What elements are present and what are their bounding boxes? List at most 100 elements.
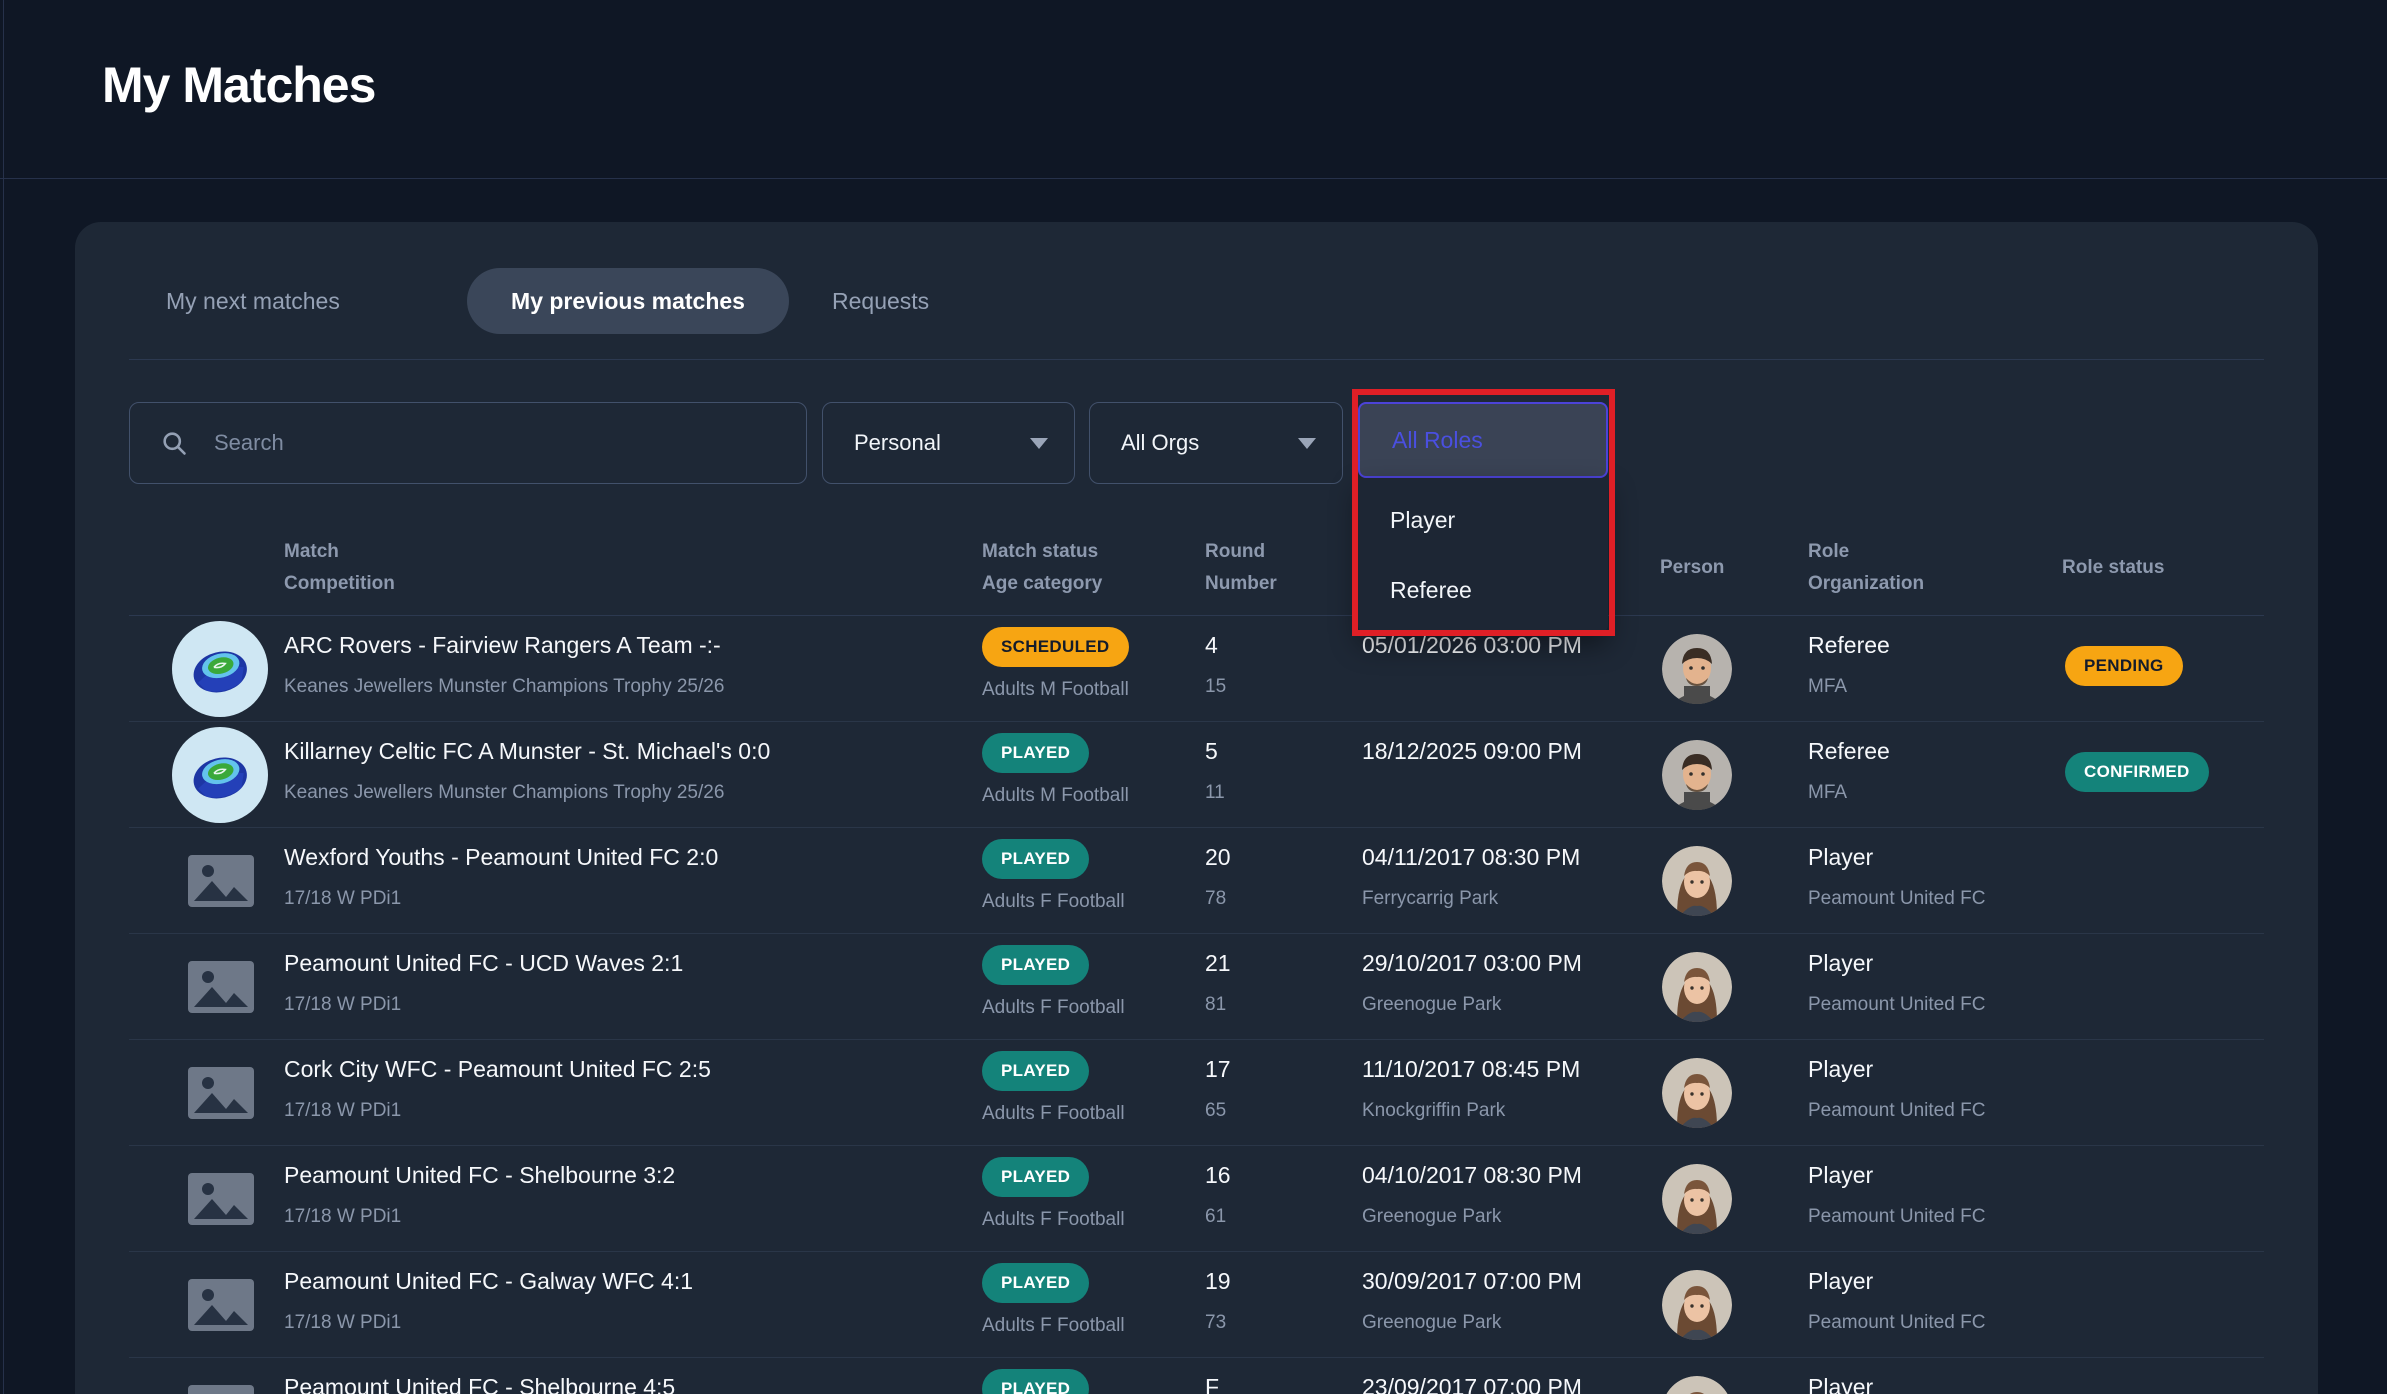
search-icon	[160, 429, 188, 457]
round: F	[1205, 1374, 1219, 1394]
role-option-player[interactable]: Player	[1358, 507, 1608, 534]
table-row[interactable]: Cork City WFC - Peamount United FC 2:5 1…	[129, 1040, 2264, 1146]
table-row[interactable]: ARC Rovers - Fairview Rangers A Team -:-…	[129, 616, 2264, 722]
matches-card: My next matches My previous matches Requ…	[75, 222, 2318, 1394]
role-status-badge: PENDING	[2065, 646, 2183, 686]
avatar-female	[1662, 1058, 1732, 1128]
match-title: Peamount United FC - Shelbourne 3:2	[284, 1162, 675, 1189]
avatar	[1662, 1058, 1732, 1128]
avatar-female	[1662, 1376, 1732, 1394]
org-select[interactable]: All Orgs	[1089, 402, 1343, 484]
role: Player	[1808, 1374, 1873, 1394]
match-status-badge: PLAYED	[982, 733, 1089, 773]
chevron-down-icon	[1298, 438, 1316, 449]
avatar-female	[1662, 846, 1732, 916]
table-row[interactable]: Wexford Youths - Peamount United FC 2:0 …	[129, 828, 2264, 934]
search-input[interactable]: Search	[129, 402, 807, 484]
column-header-status: Match statusAge category	[982, 536, 1102, 600]
avatar-male	[1662, 740, 1732, 810]
match-competition: 17/18 W PDi1	[284, 1312, 401, 1334]
table-row[interactable]: Peamount United FC - Galway WFC 4:1 17/1…	[129, 1252, 2264, 1358]
image-placeholder-icon	[188, 1067, 254, 1119]
role-option-referee[interactable]: Referee	[1358, 577, 1608, 604]
context-select[interactable]: Personal	[822, 402, 1075, 484]
avatar	[1662, 634, 1732, 704]
match-date: 05/01/2026 03:00 PM	[1362, 632, 1582, 659]
role-organization: MFA	[1808, 676, 1847, 698]
match-number: 15	[1205, 676, 1226, 698]
age-category: Adults F Football	[982, 1315, 1125, 1337]
match-thumbnail	[172, 1257, 268, 1353]
match-venue: Greenogue Park	[1362, 994, 1501, 1016]
table-row[interactable]: Peamount United FC - Shelbourne 3:2 17/1…	[129, 1146, 2264, 1252]
age-category: Adults M Football	[982, 785, 1129, 807]
round: 4	[1205, 632, 1218, 659]
round: 5	[1205, 738, 1218, 765]
match-number: 11	[1205, 782, 1225, 804]
role-select[interactable]: All Roles	[1358, 402, 1608, 478]
match-thumbnail	[172, 939, 268, 1035]
match-venue: Greenogue Park	[1362, 1206, 1501, 1228]
org-select-value: All Orgs	[1121, 430, 1199, 456]
chevron-down-icon	[1030, 438, 1048, 449]
match-title: Peamount United FC - Galway WFC 4:1	[284, 1268, 693, 1295]
filter-row: Search Personal All Orgs	[75, 402, 2318, 484]
avatar	[1662, 952, 1732, 1022]
role-status-badge: CONFIRMED	[2065, 752, 2209, 792]
tab-my-next-matches[interactable]: My next matches	[166, 268, 340, 334]
role-select-value: All Roles	[1392, 427, 1483, 454]
round: 21	[1205, 950, 1231, 977]
role-organization: Peamount United FC	[1808, 1100, 1985, 1122]
image-placeholder-icon	[188, 1173, 254, 1225]
role-organization: Peamount United FC	[1808, 1206, 1985, 1228]
column-header-match: MatchCompetition	[284, 536, 395, 600]
match-date: 04/10/2017 08:30 PM	[1362, 1162, 1582, 1189]
match-thumbnail	[172, 1151, 268, 1247]
column-header-role-status: Role status	[2062, 552, 2164, 584]
match-number: 78	[1205, 888, 1226, 910]
page-title: My Matches	[102, 56, 375, 114]
match-date: 29/10/2017 03:00 PM	[1362, 950, 1582, 977]
table-row[interactable]: Peamount United FC - Shelbourne 4:5 PLAY…	[129, 1358, 2264, 1394]
round: 16	[1205, 1162, 1231, 1189]
match-title: Peamount United FC - Shelbourne 4:5	[284, 1374, 675, 1394]
match-thumbnail	[172, 833, 268, 929]
match-title: Cork City WFC - Peamount United FC 2:5	[284, 1056, 711, 1083]
avatar-male	[1662, 634, 1732, 704]
table-row[interactable]: Peamount United FC - UCD Waves 2:1 17/18…	[129, 934, 2264, 1040]
tab-my-previous-matches[interactable]: My previous matches	[467, 268, 789, 334]
search-placeholder: Search	[214, 430, 284, 456]
match-title: ARC Rovers - Fairview Rangers A Team -:-	[284, 632, 721, 659]
match-status-badge: PLAYED	[982, 1157, 1089, 1197]
avatar	[1662, 1270, 1732, 1340]
match-venue: Ferrycarrig Park	[1362, 888, 1498, 910]
round: 19	[1205, 1268, 1231, 1295]
role-organization: Peamount United FC	[1808, 888, 1985, 910]
role-organization: Peamount United FC	[1808, 1312, 1985, 1334]
match-thumbnail	[172, 1363, 268, 1394]
tab-requests[interactable]: Requests	[832, 268, 929, 334]
column-header-role: RoleOrganization	[1808, 536, 1924, 600]
club-logo	[172, 727, 268, 823]
image-placeholder-icon	[188, 855, 254, 907]
avatar	[1662, 1164, 1732, 1234]
role: Referee	[1808, 632, 1890, 659]
context-select-value: Personal	[854, 430, 941, 456]
match-thumbnail	[172, 621, 268, 717]
avatar-female	[1662, 1164, 1732, 1234]
match-number: 81	[1205, 994, 1226, 1016]
role: Player	[1808, 1268, 1873, 1295]
match-title: Killarney Celtic FC A Munster - St. Mich…	[284, 738, 770, 765]
tabs-divider	[129, 359, 2264, 360]
match-venue: Greenogue Park	[1362, 1312, 1501, 1334]
match-date: 18/12/2025 09:00 PM	[1362, 738, 1582, 765]
match-competition: 17/18 W PDi1	[284, 888, 401, 910]
table-row[interactable]: Killarney Celtic FC A Munster - St. Mich…	[129, 722, 2264, 828]
avatar	[1662, 1376, 1732, 1394]
avatar-female	[1662, 1270, 1732, 1340]
column-header-person: Person	[1660, 552, 1724, 584]
match-competition: 17/18 W PDi1	[284, 994, 401, 1016]
age-category: Adults F Football	[982, 891, 1125, 913]
round: 20	[1205, 844, 1231, 871]
match-date: 04/11/2017 08:30 PM	[1362, 844, 1580, 871]
